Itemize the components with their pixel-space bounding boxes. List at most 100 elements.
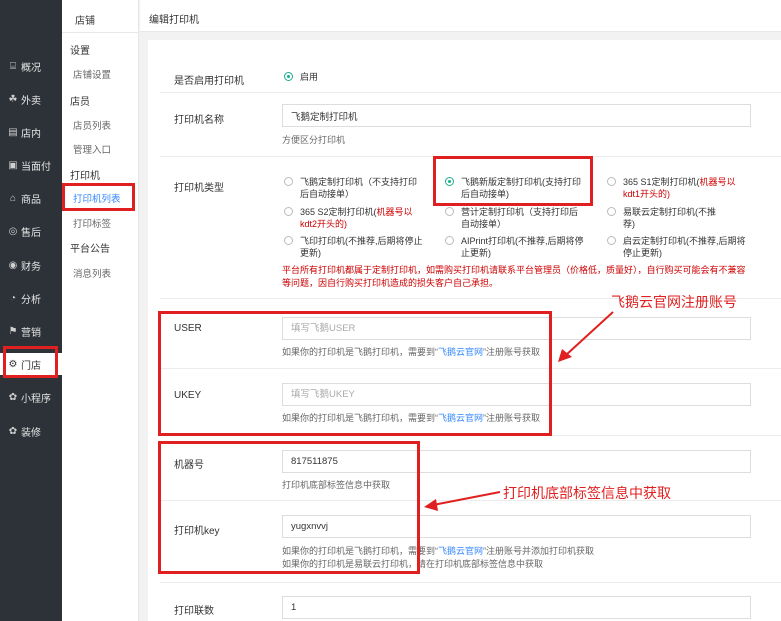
nav-item-overview[interactable]: ⌸ 概况 — [0, 55, 62, 77]
printer-key-input[interactable] — [282, 515, 751, 538]
printer-name-label: 打印机名称 — [174, 115, 224, 126]
nav-item-label: 营销 — [21, 327, 41, 339]
radio-icon — [284, 207, 293, 216]
divider — [160, 156, 781, 157]
user-help: 如果你的打印机是飞鹅打印机，需要到“飞鹅云官网”注册账号获取 — [282, 345, 540, 358]
nav-item-analysis[interactable]: ◔ 分析 — [0, 287, 62, 309]
annotation-label-info: 打印机底部标签信息中获取 — [503, 486, 671, 502]
radio-checked-icon — [445, 177, 454, 186]
option-note: 机器号以 — [376, 207, 413, 217]
nav-item-label: 概况 — [21, 62, 41, 74]
machine-number-label: 机器号 — [174, 460, 204, 471]
nav-item-takeout[interactable]: ☘ 外卖 — [0, 88, 62, 110]
nav-item-finance[interactable]: ◉ 财务 — [0, 254, 62, 276]
option-text: 自动接单） — [461, 219, 507, 229]
nav-item-store[interactable]: ⚙ 门店 — [0, 353, 62, 375]
type-option-qiyun[interactable]: 启云定制打印机(不推荐,后期将 停止更新) — [607, 235, 746, 259]
nav-item-aftersale[interactable]: ◎ 售后 — [0, 220, 62, 242]
option-text: 启云定制打印机(不推荐,后期将 — [623, 236, 746, 246]
annotation-register-account: 飞鹅云官网注册账号 — [611, 295, 737, 311]
help-text: 如果你的打印机是飞鹅打印机，需要到“ — [282, 347, 438, 357]
option-text: 后自动接单) — [461, 189, 509, 199]
option-text: 易联云定制打印机(不推 — [623, 207, 716, 217]
nav-item-label: 当面付 — [21, 161, 51, 173]
printer-key-help-1: 如果你的打印机是飞鹅打印机，需要到“飞鹅云官网”注册账号并添加打印机获取 — [282, 544, 594, 557]
subnav-item-manage-entry[interactable]: 管理入口 — [73, 142, 111, 156]
subnav-group-settings: 设置 — [70, 46, 90, 57]
feie-cloud-link[interactable]: 飞鹅云官网 — [438, 546, 483, 556]
nav-item-marketing[interactable]: ⚑ 营销 — [0, 320, 62, 342]
divider — [160, 368, 781, 369]
help-text: ”注册账号获取 — [483, 347, 541, 357]
radio-icon — [607, 236, 616, 245]
type-option-feie-new[interactable]: 飞鹅新版定制打印机(支持打印 后自动接单) — [445, 176, 581, 200]
user-input[interactable] — [282, 317, 751, 340]
option-text: 365 S1定制打印机( — [623, 177, 700, 187]
type-option-aiprint[interactable]: AIPrint打印机(不推荐,后期将停 止更新) — [445, 235, 584, 259]
subnav-item-store-settings[interactable]: 店铺设置 — [73, 67, 111, 81]
radio-icon — [284, 177, 293, 186]
nav-item-label: 分析 — [21, 294, 41, 306]
type-option-feie[interactable]: 飞鹅定制打印机（不支持打印 后自动接单） — [284, 176, 417, 200]
print-copies-input[interactable] — [282, 596, 751, 619]
nav-item-label: 外卖 — [21, 95, 41, 107]
overview-icon: ⌸ — [10, 60, 16, 72]
ukey-input[interactable] — [282, 383, 751, 406]
help-text: 如果你的打印机是飞鹅打印机，需要到“ — [282, 546, 438, 556]
printer-type-label: 打印机类型 — [174, 183, 224, 194]
type-option-yilianyun[interactable]: 易联云定制打印机(不推 荐) — [607, 206, 716, 230]
finance-icon: ◉ — [8, 259, 18, 271]
radio-checked-icon — [284, 72, 293, 81]
subnav-group-announcement: 平台公告 — [70, 244, 110, 255]
option-text: 后自动接单） — [300, 189, 355, 199]
radio-icon — [607, 207, 616, 216]
type-option-365-s2[interactable]: 365 S2定制打印机(机器号以 kdt2开头的) — [284, 206, 413, 230]
option-text: AIPrint打印机(不推荐,后期将停 — [461, 236, 584, 246]
secondary-sidebar: 店铺 设置 店铺设置 店员 店员列表 管理入口 打印机 打印机列表 打印标签 平… — [62, 0, 139, 621]
printer-name-input[interactable] — [282, 104, 751, 127]
option-text: 飞印打印机(不推荐,后期将停止 — [300, 236, 423, 246]
nav-item-label: 财务 — [21, 261, 41, 273]
feie-cloud-link[interactable]: 飞鹅云官网 — [438, 347, 483, 357]
enable-radio[interactable]: 启用 — [284, 71, 318, 83]
subnav-item-print-label[interactable]: 打印标签 — [73, 216, 111, 230]
nav-item-goods[interactable]: ⌂ 商品 — [0, 187, 62, 209]
nav-item-decorate[interactable]: ✿ 装修 — [0, 420, 62, 442]
pay-icon: ▣ — [8, 159, 18, 171]
machine-number-input[interactable] — [282, 450, 751, 473]
nav-item-instore[interactable]: ▤ 店内 — [0, 121, 62, 143]
subnav-item-printer-list[interactable]: 打印机列表 — [73, 191, 121, 205]
goods-icon: ⌂ — [9, 192, 17, 204]
printer-name-help: 方便区分打印机 — [282, 135, 346, 145]
nav-item-label: 装修 — [21, 427, 41, 439]
type-option-365-s1[interactable]: 365 S1定制打印机(机器号以 kdt1开头的) — [607, 176, 736, 200]
divider — [160, 92, 781, 93]
option-text: 荐) — [623, 219, 635, 229]
ukey-label: UKEY — [174, 390, 202, 401]
store-icon: ⚙ — [8, 358, 18, 370]
type-option-feiyin[interactable]: 飞印打印机(不推荐,后期将停止 更新) — [284, 235, 423, 259]
subnav-title: 店铺 — [75, 16, 95, 27]
nav-item-label: 门店 — [21, 360, 41, 372]
radio-icon — [445, 207, 454, 216]
type-option-yingji[interactable]: 营计定制打印机（支持打印后 自动接单） — [445, 206, 578, 230]
option-note: kdt2开头的) — [300, 219, 348, 229]
nav-item-pay[interactable]: ▣ 当面付 — [0, 154, 62, 176]
feie-cloud-link[interactable]: 飞鹅云官网 — [438, 413, 483, 423]
option-text: 止更新) — [461, 248, 491, 258]
aftersale-icon: ◎ — [8, 225, 18, 237]
nav-item-miniapp[interactable]: ✿ 小程序 — [0, 386, 62, 408]
subnav-item-message-list[interactable]: 消息列表 — [73, 266, 111, 280]
page-title: 编辑打印机 — [149, 15, 199, 26]
analysis-icon: ◔ — [9, 292, 17, 304]
divider — [62, 32, 139, 33]
option-text: 365 S2定制打印机( — [300, 207, 377, 217]
print-copies-label: 打印联数 — [174, 606, 214, 617]
option-text: 更新) — [300, 248, 321, 258]
option-text: 营计定制打印机（支持打印后 — [461, 207, 579, 217]
subnav-item-staff-list[interactable]: 店员列表 — [73, 118, 111, 132]
enable-option-label: 启用 — [300, 72, 319, 82]
option-text: 飞鹅定制打印机（不支持打印 — [300, 177, 418, 187]
decorate-icon: ✿ — [8, 425, 18, 437]
divider — [160, 500, 781, 501]
